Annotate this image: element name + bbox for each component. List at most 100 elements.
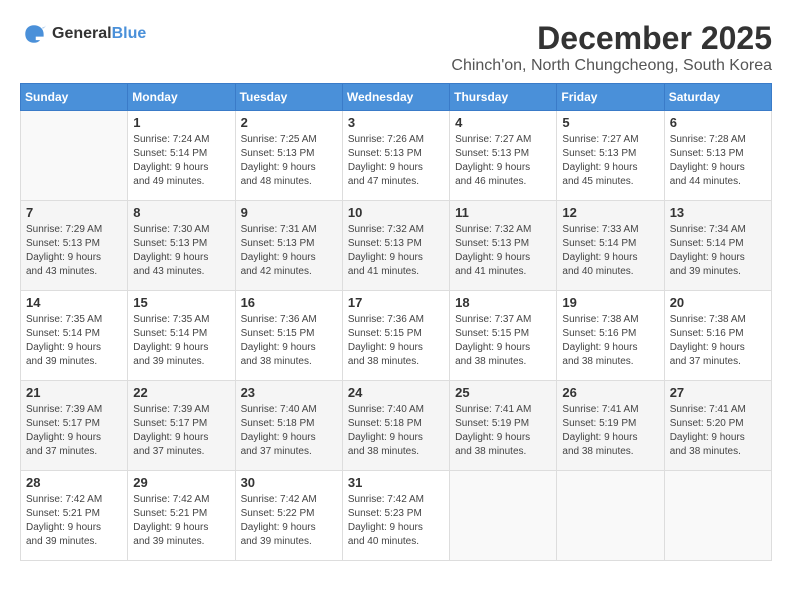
- calendar-week-row: 7 Sunrise: 7:29 AM Sunset: 5:13 PM Daylig…: [21, 201, 772, 291]
- calendar-day-cell: 7 Sunrise: 7:29 AM Sunset: 5:13 PM Daylig…: [21, 201, 128, 291]
- weekday-header-monday: Monday: [128, 84, 235, 111]
- calendar-day-cell: 21 Sunrise: 7:39 AM Sunset: 5:17 PM Dayli…: [21, 381, 128, 471]
- day-info: Sunrise: 7:37 AM Sunset: 5:15 PM Dayligh…: [455, 313, 551, 369]
- weekday-header-friday: Friday: [557, 84, 664, 111]
- calendar-day-cell: [21, 111, 128, 201]
- day-number: 7: [26, 205, 122, 220]
- day-info: Sunrise: 7:35 AM Sunset: 5:14 PM Dayligh…: [26, 313, 122, 369]
- calendar-day-cell: 25Sunrise: 7:41 AM Sunset: 5:19 PM Dayli…: [450, 381, 557, 471]
- calendar-day-cell: 15 Sunrise: 7:35 AM Sunset: 5:14 PM Dayli…: [128, 291, 235, 381]
- day-number: 9: [241, 205, 337, 220]
- day-number: 15: [133, 295, 229, 310]
- day-number: 10: [348, 205, 444, 220]
- day-number: 11: [455, 205, 551, 220]
- day-number: 24: [348, 385, 444, 400]
- logo: GeneralBlue: [20, 20, 146, 48]
- day-info: Sunrise: 7:34 AM Sunset: 5:14 PM Dayligh…: [670, 223, 766, 279]
- day-number: 8: [133, 205, 229, 220]
- calendar-day-cell: 18 Sunrise: 7:37 AM Sunset: 5:15 PM Dayli…: [450, 291, 557, 381]
- calendar-day-cell: 5 Sunrise: 7:27 AM Sunset: 5:13 PM Daylig…: [557, 111, 664, 201]
- day-info: Sunrise: 7:39 AM Sunset: 5:17 PM Dayligh…: [133, 403, 229, 459]
- calendar-day-cell: 2Sunrise: 7:25 AM Sunset: 5:13 PM Daylig…: [235, 111, 342, 201]
- title-section: December 2025 Chinch'on, North Chungcheo…: [451, 20, 772, 75]
- day-info: Sunrise: 7:40 AM Sunset: 5:18 PM Dayligh…: [348, 403, 444, 459]
- weekday-header-tuesday: Tuesday: [235, 84, 342, 111]
- calendar-day-cell: 6 Sunrise: 7:28 AM Sunset: 5:13 PM Daylig…: [664, 111, 771, 201]
- day-number: 2: [241, 115, 337, 130]
- day-number: 16: [241, 295, 337, 310]
- calendar-day-cell: 28 Sunrise: 7:42 AM Sunset: 5:21 PM Dayli…: [21, 471, 128, 561]
- day-number: 17: [348, 295, 444, 310]
- weekday-header-row: SundayMondayTuesdayWednesdayThursdayFrid…: [21, 84, 772, 111]
- calendar-day-cell: 10 Sunrise: 7:32 AM Sunset: 5:13 PM Dayli…: [342, 201, 449, 291]
- day-info: Sunrise: 7:30 AM Sunset: 5:13 PM Dayligh…: [133, 223, 229, 279]
- day-number: 12: [562, 205, 658, 220]
- day-number: 29: [133, 475, 229, 490]
- day-info: Sunrise: 7:27 AM Sunset: 5:13 PM Dayligh…: [562, 133, 658, 189]
- day-info: Sunrise: 7:42 AM Sunset: 5:22 PM Dayligh…: [241, 493, 337, 549]
- calendar-day-cell: 3 Sunrise: 7:26 AM Sunset: 5:13 PM Daylig…: [342, 111, 449, 201]
- day-info: Sunrise: 7:41 AM Sunset: 5:19 PM Dayligh…: [562, 403, 658, 459]
- calendar-day-cell: 14 Sunrise: 7:35 AM Sunset: 5:14 PM Dayli…: [21, 291, 128, 381]
- day-info: Sunrise: 7:29 AM Sunset: 5:13 PM Dayligh…: [26, 223, 122, 279]
- location-subtitle: Chinch'on, North Chungcheong, South Kore…: [451, 57, 772, 75]
- calendar-day-cell: 9 Sunrise: 7:31 AM Sunset: 5:13 PM Daylig…: [235, 201, 342, 291]
- calendar-day-cell: 1Sunrise: 7:24 AM Sunset: 5:14 PM Daylig…: [128, 111, 235, 201]
- calendar-day-cell: 26 Sunrise: 7:41 AM Sunset: 5:19 PM Dayli…: [557, 381, 664, 471]
- calendar-table: SundayMondayTuesdayWednesdayThursdayFrid…: [20, 83, 772, 561]
- day-info: Sunrise: 7:28 AM Sunset: 5:13 PM Dayligh…: [670, 133, 766, 189]
- day-info: Sunrise: 7:31 AM Sunset: 5:13 PM Dayligh…: [241, 223, 337, 279]
- day-info: Sunrise: 7:42 AM Sunset: 5:23 PM Dayligh…: [348, 493, 444, 549]
- calendar-day-cell: 27Sunrise: 7:41 AM Sunset: 5:20 PM Dayli…: [664, 381, 771, 471]
- calendar-week-row: 21 Sunrise: 7:39 AM Sunset: 5:17 PM Dayli…: [21, 381, 772, 471]
- day-number: 22: [133, 385, 229, 400]
- weekday-header-sunday: Sunday: [21, 84, 128, 111]
- day-info: Sunrise: 7:42 AM Sunset: 5:21 PM Dayligh…: [26, 493, 122, 549]
- day-info: Sunrise: 7:35 AM Sunset: 5:14 PM Dayligh…: [133, 313, 229, 369]
- day-info: Sunrise: 7:33 AM Sunset: 5:14 PM Dayligh…: [562, 223, 658, 279]
- day-info: Sunrise: 7:24 AM Sunset: 5:14 PM Dayligh…: [133, 133, 229, 189]
- day-number: 13: [670, 205, 766, 220]
- calendar-day-cell: [450, 471, 557, 561]
- calendar-day-cell: 29 Sunrise: 7:42 AM Sunset: 5:21 PM Dayli…: [128, 471, 235, 561]
- calendar-day-cell: 13 Sunrise: 7:34 AM Sunset: 5:14 PM Dayli…: [664, 201, 771, 291]
- day-info: Sunrise: 7:42 AM Sunset: 5:21 PM Dayligh…: [133, 493, 229, 549]
- calendar-week-row: 28 Sunrise: 7:42 AM Sunset: 5:21 PM Dayli…: [21, 471, 772, 561]
- calendar-day-cell: 19 Sunrise: 7:38 AM Sunset: 5:16 PM Dayli…: [557, 291, 664, 381]
- day-number: 18: [455, 295, 551, 310]
- day-number: 6: [670, 115, 766, 130]
- page-header: GeneralBlue December 2025 Chinch'on, Nor…: [20, 20, 772, 75]
- calendar-day-cell: 24 Sunrise: 7:40 AM Sunset: 5:18 PM Dayli…: [342, 381, 449, 471]
- calendar-day-cell: 8 Sunrise: 7:30 AM Sunset: 5:13 PM Daylig…: [128, 201, 235, 291]
- calendar-day-cell: [557, 471, 664, 561]
- day-info: Sunrise: 7:38 AM Sunset: 5:16 PM Dayligh…: [670, 313, 766, 369]
- calendar-day-cell: 30 Sunrise: 7:42 AM Sunset: 5:22 PM Dayli…: [235, 471, 342, 561]
- calendar-day-cell: 20 Sunrise: 7:38 AM Sunset: 5:16 PM Dayli…: [664, 291, 771, 381]
- day-info: Sunrise: 7:32 AM Sunset: 5:13 PM Dayligh…: [348, 223, 444, 279]
- day-info: Sunrise: 7:39 AM Sunset: 5:17 PM Dayligh…: [26, 403, 122, 459]
- day-number: 19: [562, 295, 658, 310]
- weekday-header-thursday: Thursday: [450, 84, 557, 111]
- day-number: 23: [241, 385, 337, 400]
- calendar-day-cell: 16 Sunrise: 7:36 AM Sunset: 5:15 PM Dayli…: [235, 291, 342, 381]
- day-number: 5: [562, 115, 658, 130]
- day-number: 30: [241, 475, 337, 490]
- calendar-week-row: 14 Sunrise: 7:35 AM Sunset: 5:14 PM Dayli…: [21, 291, 772, 381]
- day-number: 26: [562, 385, 658, 400]
- calendar-day-cell: 23 Sunrise: 7:40 AM Sunset: 5:18 PM Dayli…: [235, 381, 342, 471]
- day-number: 21: [26, 385, 122, 400]
- day-number: 28: [26, 475, 122, 490]
- day-number: 31: [348, 475, 444, 490]
- day-info: Sunrise: 7:36 AM Sunset: 5:15 PM Dayligh…: [241, 313, 337, 369]
- day-info: Sunrise: 7:26 AM Sunset: 5:13 PM Dayligh…: [348, 133, 444, 189]
- day-info: Sunrise: 7:27 AM Sunset: 5:13 PM Dayligh…: [455, 133, 551, 189]
- day-number: 14: [26, 295, 122, 310]
- day-info: Sunrise: 7:38 AM Sunset: 5:16 PM Dayligh…: [562, 313, 658, 369]
- calendar-day-cell: 11Sunrise: 7:32 AM Sunset: 5:13 PM Dayli…: [450, 201, 557, 291]
- calendar-week-row: 1Sunrise: 7:24 AM Sunset: 5:14 PM Daylig…: [21, 111, 772, 201]
- day-number: 20: [670, 295, 766, 310]
- month-title: December 2025: [451, 20, 772, 57]
- day-info: Sunrise: 7:40 AM Sunset: 5:18 PM Dayligh…: [241, 403, 337, 459]
- day-number: 3: [348, 115, 444, 130]
- day-number: 25: [455, 385, 551, 400]
